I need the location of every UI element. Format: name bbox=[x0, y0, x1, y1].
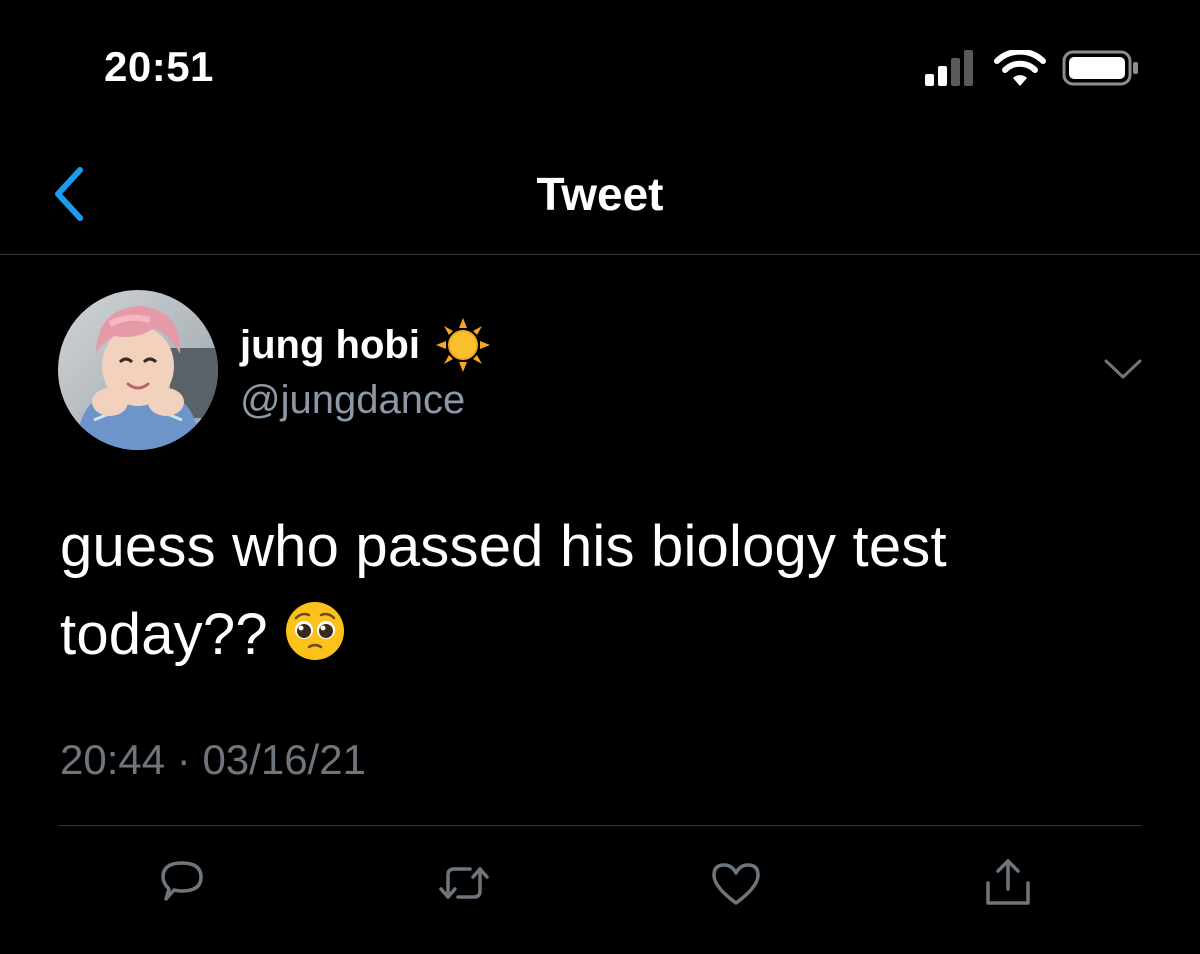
divider bbox=[58, 825, 1142, 826]
meta-separator: · bbox=[176, 736, 191, 783]
status-bar: 20:51 bbox=[0, 0, 1200, 120]
cellular-signal-icon bbox=[925, 50, 973, 86]
sun-emoji-icon bbox=[435, 318, 490, 372]
retweet-icon[interactable] bbox=[434, 853, 494, 913]
tweet-text-line-2-text: today?? bbox=[60, 602, 268, 667]
tweet-text-line-2: today?? bbox=[60, 591, 1140, 679]
action-bar bbox=[0, 853, 1200, 923]
nav-bar: Tweet bbox=[0, 140, 1200, 255]
author-name-row: jung hobi bbox=[240, 317, 492, 373]
like-icon[interactable] bbox=[706, 853, 766, 913]
tweet: jung hobi @jungdance guess who passed hi… bbox=[0, 255, 1200, 954]
battery-icon bbox=[1062, 50, 1138, 86]
wifi-icon bbox=[994, 50, 1046, 86]
tweet-text-line-1: guess who passed his biology test bbox=[60, 514, 947, 579]
page-title: Tweet bbox=[536, 168, 664, 220]
author-name[interactable]: jung hobi bbox=[240, 320, 420, 370]
tweet-timestamp: 20:44 · 03/16/21 bbox=[60, 735, 366, 785]
status-time: 20:51 bbox=[104, 43, 214, 90]
share-icon[interactable] bbox=[978, 853, 1038, 913]
tweet-text: guess who passed his biology test today?… bbox=[60, 503, 1140, 679]
author-handle[interactable]: @jungdance bbox=[240, 375, 465, 425]
avatar[interactable] bbox=[58, 290, 218, 450]
status-icons bbox=[922, 48, 1142, 88]
tweet-time: 20:44 bbox=[60, 736, 166, 783]
tweet-date: 03/16/21 bbox=[202, 736, 366, 783]
reply-icon[interactable] bbox=[152, 853, 212, 913]
chevron-down-icon[interactable] bbox=[1100, 353, 1146, 383]
avatar-photo bbox=[58, 290, 218, 450]
pleading-face-emoji-icon bbox=[285, 602, 344, 660]
